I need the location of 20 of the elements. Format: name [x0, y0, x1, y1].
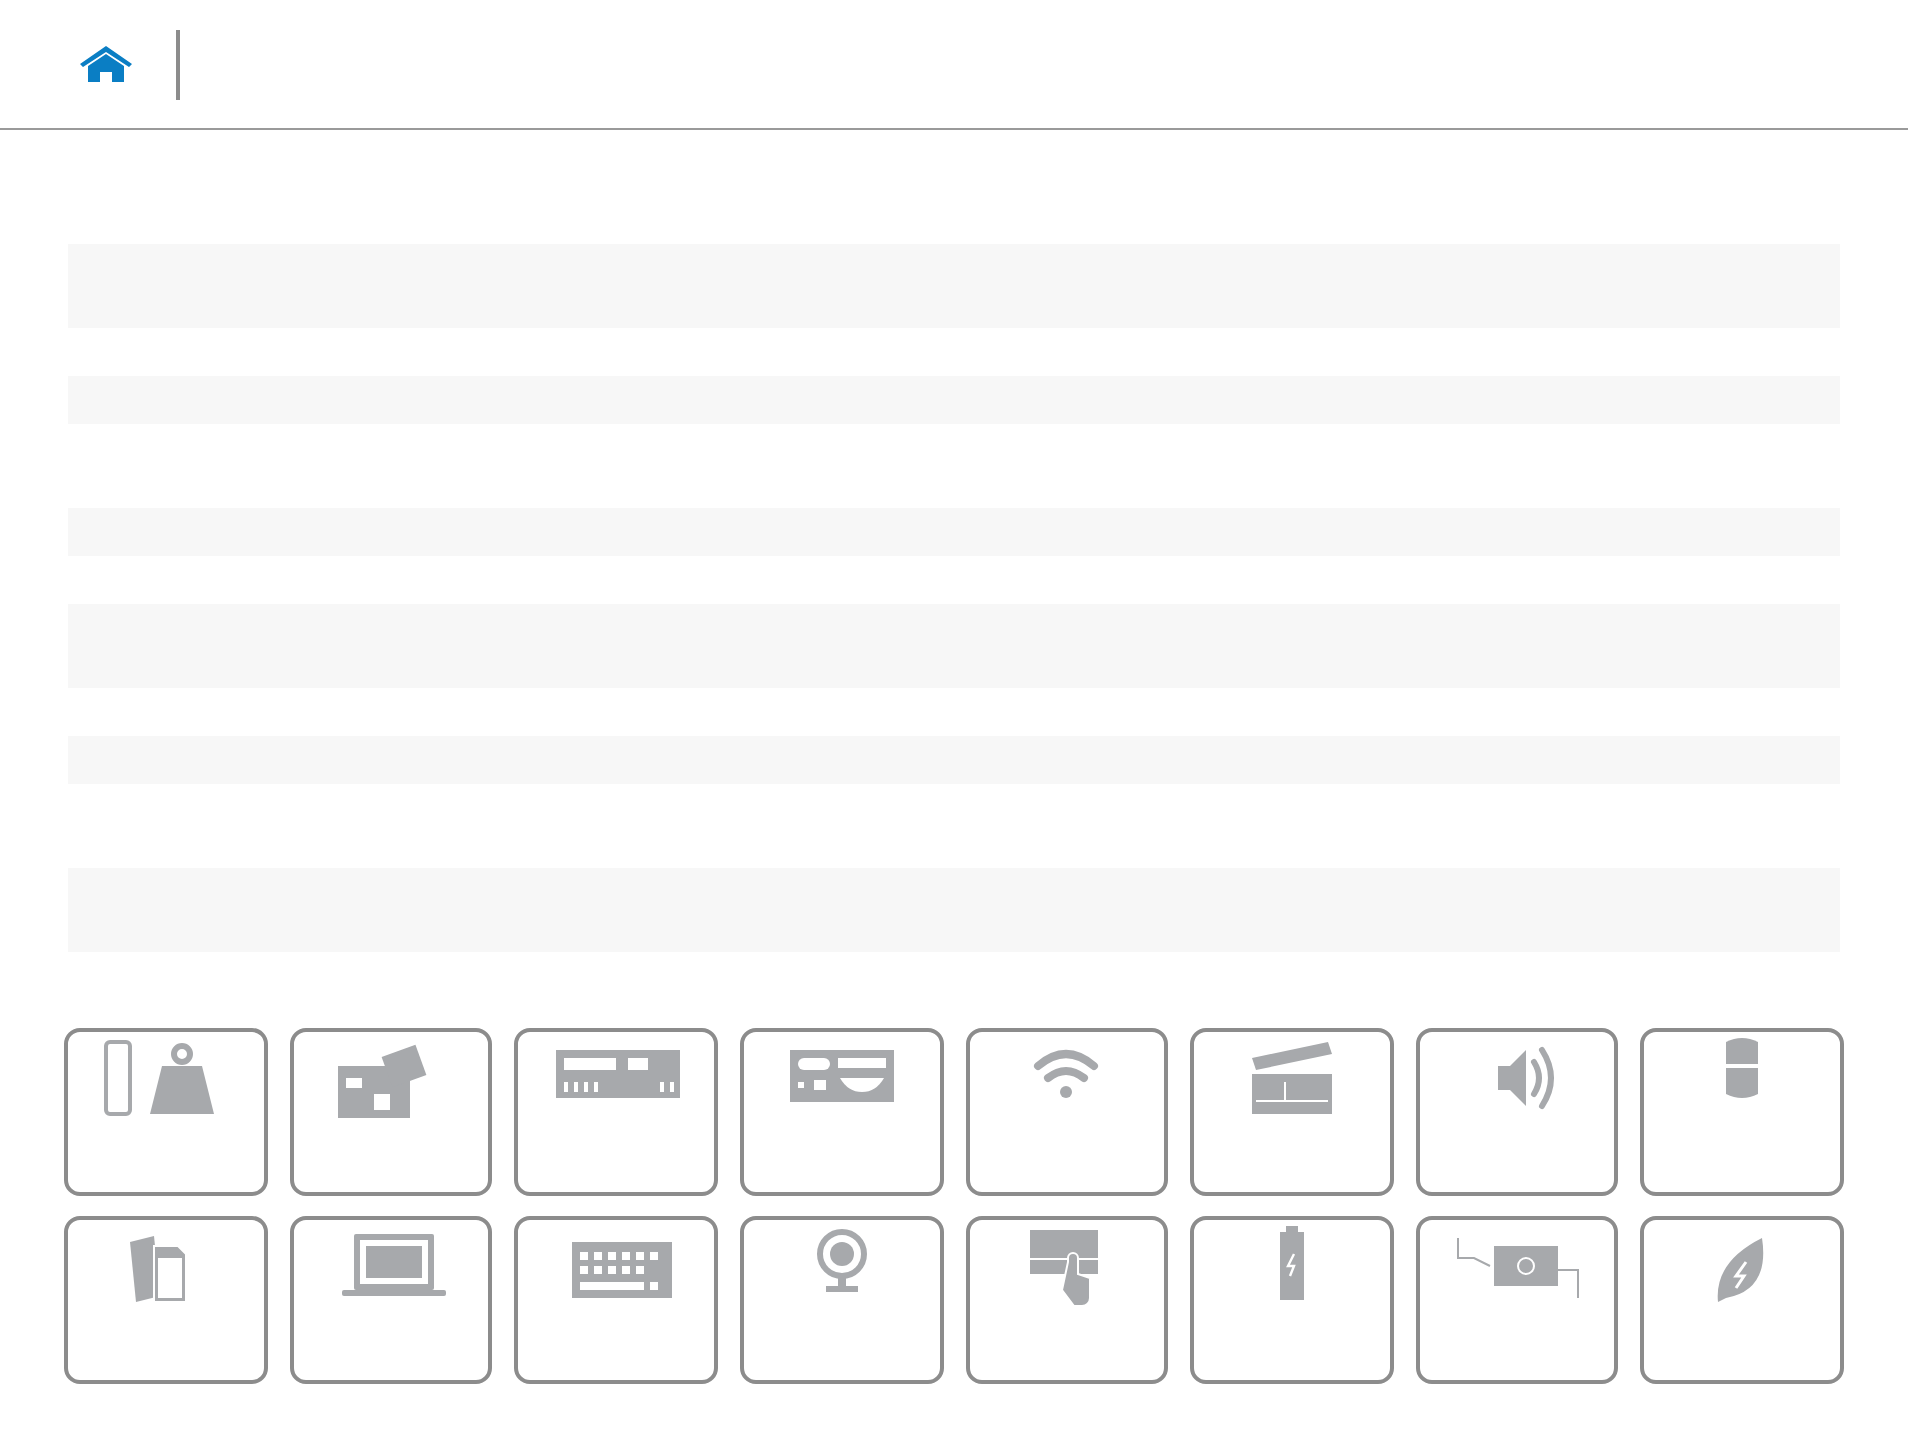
category-tile[interactable]	[1190, 1028, 1394, 1196]
category-tile[interactable]	[289, 1028, 493, 1196]
battery-icon	[1279, 1226, 1304, 1300]
category-tile[interactable]	[739, 1028, 943, 1196]
category-tile[interactable]	[514, 1028, 718, 1196]
category-tile[interactable]	[514, 1216, 718, 1384]
cylinder-icon	[1726, 1038, 1759, 1102]
category-tile[interactable]	[739, 1216, 943, 1384]
category-tile[interactable]	[1640, 1216, 1844, 1384]
home-button[interactable]	[76, 42, 136, 86]
category-tile[interactable]	[965, 1028, 1169, 1196]
category-tile[interactable]	[64, 1028, 268, 1196]
category-tile[interactable]	[965, 1216, 1169, 1384]
category-tile[interactable]	[1190, 1216, 1394, 1384]
category-tile[interactable]	[1415, 1028, 1619, 1196]
category-tile[interactable]	[1640, 1028, 1844, 1196]
category-tile[interactable]	[1415, 1216, 1619, 1384]
home-icon	[78, 44, 134, 84]
category-tile[interactable]	[64, 1216, 268, 1384]
category-tile[interactable]	[289, 1216, 493, 1384]
